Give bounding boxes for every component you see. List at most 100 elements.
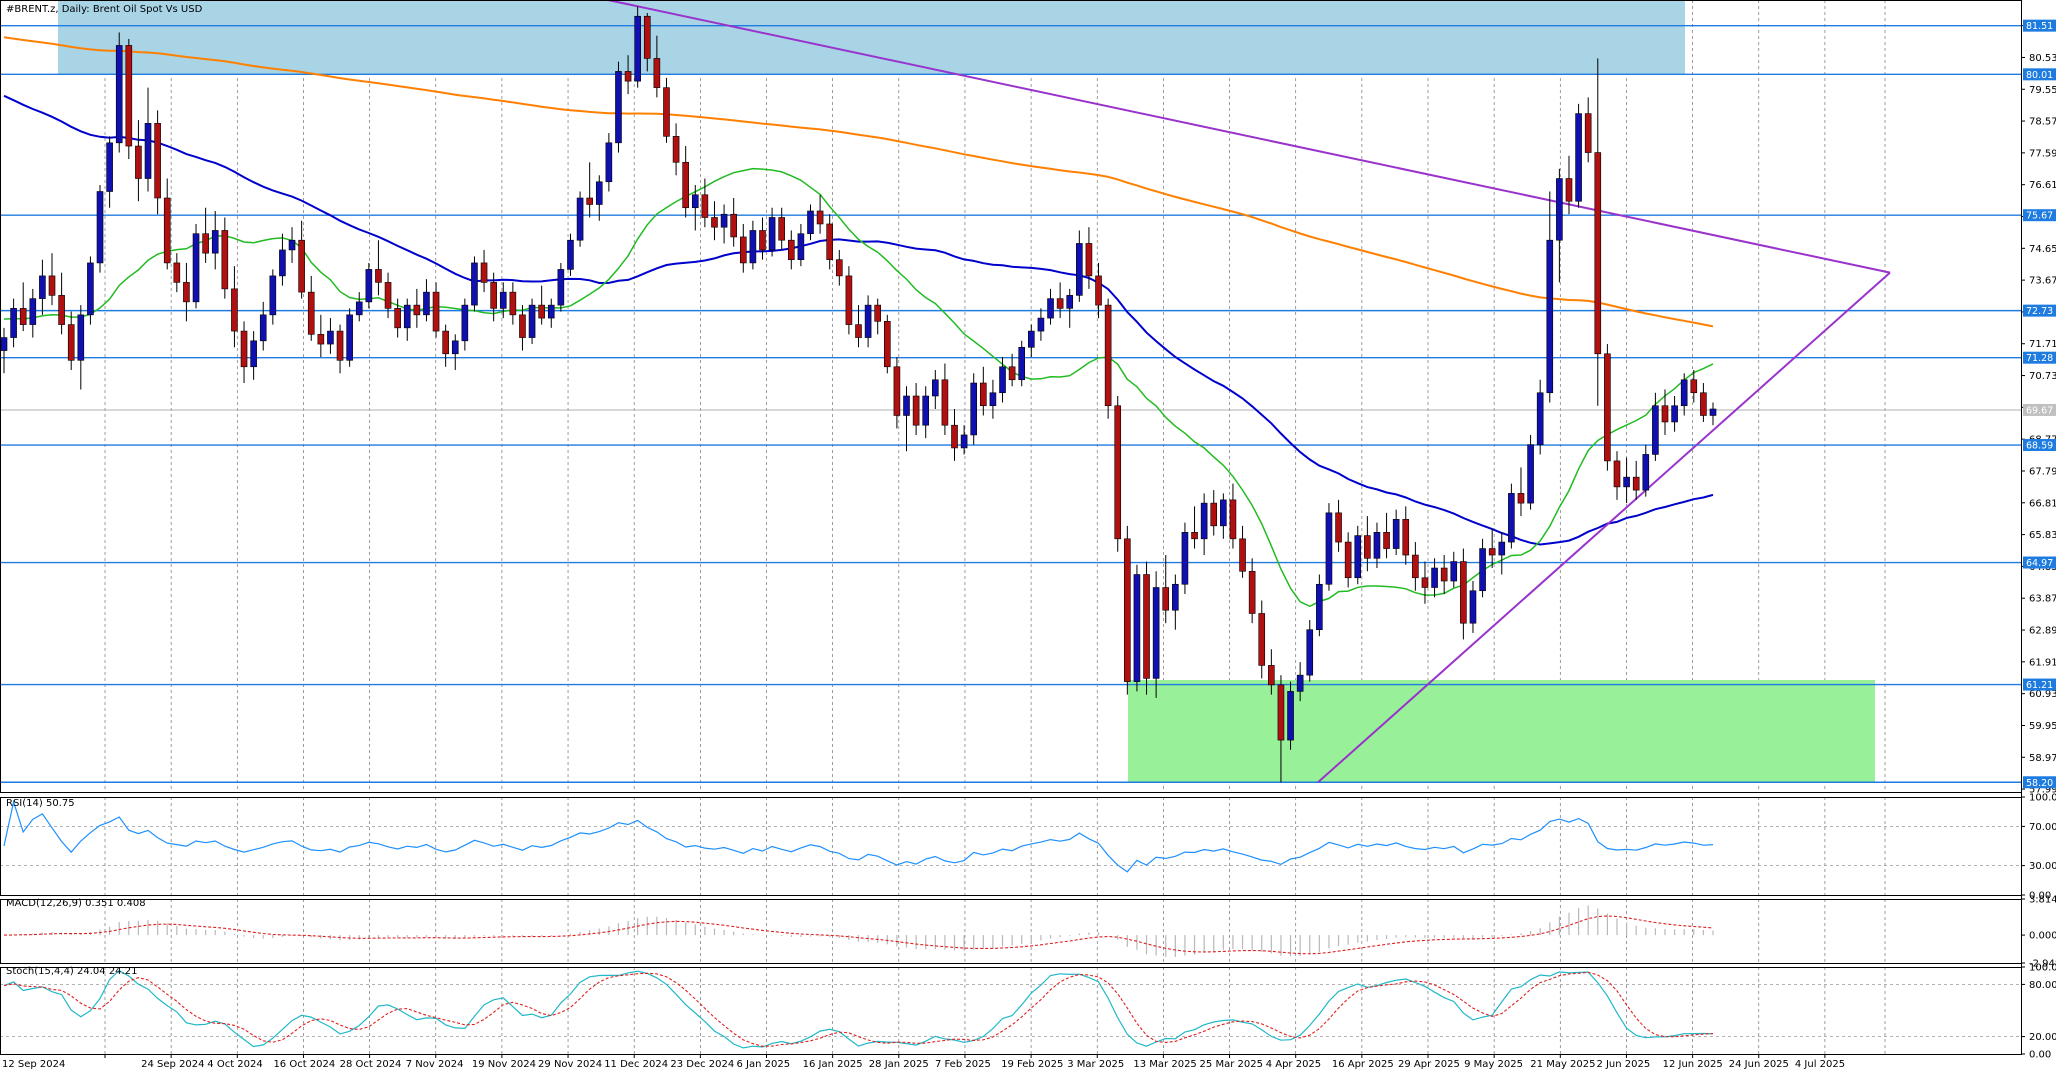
- candle[interactable]: [1152, 571, 1160, 698]
- candle[interactable]: [980, 366, 987, 416]
- candle[interactable]: [39, 259, 46, 315]
- candle[interactable]: [797, 223, 805, 267]
- price-panel[interactable]: 81.5180.5379.5578.5777.5976.6175.6374.65…: [0, 0, 2056, 796]
- candle[interactable]: [1191, 506, 1198, 549]
- candle[interactable]: [922, 386, 930, 439]
- candle[interactable]: [1076, 230, 1083, 302]
- candle[interactable]: [778, 207, 785, 250]
- candle[interactable]: [586, 162, 593, 218]
- candle[interactable]: [1642, 444, 1650, 497]
- candle[interactable]: [1661, 389, 1669, 435]
- candle[interactable]: [1680, 373, 1688, 416]
- candle[interactable]: [951, 408, 958, 461]
- candle[interactable]: [826, 214, 833, 270]
- candle[interactable]: [1047, 288, 1054, 325]
- candle[interactable]: [442, 324, 449, 367]
- candle[interactable]: [58, 272, 65, 335]
- candle[interactable]: [375, 240, 382, 296]
- candle[interactable]: [1556, 168, 1563, 283]
- candle[interactable]: [1517, 467, 1525, 517]
- candle[interactable]: [67, 311, 75, 371]
- candle[interactable]: [1584, 97, 1592, 163]
- candle[interactable]: [163, 178, 171, 270]
- candle[interactable]: [1421, 561, 1429, 604]
- candle[interactable]: [787, 230, 795, 270]
- candle[interactable]: [1258, 600, 1266, 679]
- candle[interactable]: [1508, 483, 1515, 549]
- candle[interactable]: [1354, 525, 1362, 585]
- candle[interactable]: [941, 363, 949, 435]
- candle[interactable]: [1709, 402, 1717, 426]
- candle[interactable]: [682, 146, 689, 218]
- candle[interactable]: [346, 308, 353, 367]
- candle[interactable]: [77, 305, 85, 390]
- candle[interactable]: [1220, 493, 1227, 539]
- candle[interactable]: [903, 386, 910, 452]
- candle[interactable]: [432, 282, 440, 338]
- candle[interactable]: [48, 253, 56, 306]
- candle[interactable]: [1037, 308, 1045, 341]
- candle[interactable]: [279, 233, 286, 286]
- candle[interactable]: [845, 266, 853, 335]
- candle[interactable]: [528, 298, 536, 345]
- macd-panel[interactable]: 3.8140.000-2.948: [3, 895, 2056, 970]
- candle[interactable]: [202, 207, 209, 263]
- candle[interactable]: [1229, 483, 1237, 549]
- candle[interactable]: [1373, 522, 1381, 569]
- candle[interactable]: [355, 292, 363, 322]
- candle[interactable]: [557, 262, 565, 312]
- candle[interactable]: [1200, 493, 1208, 556]
- candle[interactable]: [1124, 525, 1131, 695]
- candle[interactable]: [1392, 509, 1400, 556]
- candle[interactable]: [720, 204, 728, 244]
- candle[interactable]: [1440, 555, 1448, 594]
- candle[interactable]: [144, 87, 152, 192]
- candle[interactable]: [288, 227, 296, 263]
- candle[interactable]: [884, 314, 891, 374]
- candle[interactable]: [307, 275, 315, 341]
- candle[interactable]: [970, 373, 978, 445]
- candle[interactable]: [115, 32, 123, 153]
- candle[interactable]: [874, 298, 882, 335]
- candle[interactable]: [451, 334, 459, 371]
- candle[interactable]: [711, 201, 718, 241]
- candle[interactable]: [864, 295, 872, 348]
- candle[interactable]: [1479, 538, 1486, 598]
- candle[interactable]: [1623, 457, 1630, 504]
- candle[interactable]: [547, 298, 555, 328]
- candle[interactable]: [739, 223, 747, 273]
- candle[interactable]: [135, 120, 142, 202]
- candle[interactable]: [1056, 282, 1064, 319]
- candle[interactable]: [1527, 434, 1534, 510]
- candle[interactable]: [595, 175, 603, 221]
- candle[interactable]: [1325, 503, 1333, 591]
- candle[interactable]: [1671, 396, 1678, 432]
- candle[interactable]: [87, 256, 94, 325]
- candle[interactable]: [1632, 460, 1640, 500]
- candle[interactable]: [1172, 574, 1179, 630]
- candle[interactable]: [538, 285, 545, 325]
- stoch-panel[interactable]: 100.00 80.00 20.00 0.00: [0, 963, 2056, 1061]
- candle[interactable]: [691, 185, 699, 231]
- candle[interactable]: [672, 123, 680, 176]
- candle[interactable]: [989, 379, 997, 419]
- candle[interactable]: [1066, 288, 1074, 328]
- candle[interactable]: [912, 383, 920, 435]
- candle[interactable]: [1210, 490, 1218, 536]
- candle[interactable]: [1335, 499, 1342, 552]
- candle[interactable]: [403, 298, 411, 341]
- candle[interactable]: [1114, 396, 1122, 552]
- candle[interactable]: [250, 331, 257, 380]
- candle[interactable]: [106, 136, 113, 208]
- candle[interactable]: [509, 282, 517, 325]
- candle[interactable]: [807, 204, 814, 241]
- candle[interactable]: [173, 253, 181, 293]
- candle[interactable]: [1613, 451, 1621, 500]
- candle[interactable]: [336, 324, 344, 374]
- candle[interactable]: [1469, 581, 1477, 633]
- candle[interactable]: [1344, 532, 1352, 588]
- candle[interactable]: [327, 318, 334, 354]
- trading-chart[interactable]: 81.5180.5379.5578.5777.5976.6175.6374.65…: [0, 0, 2056, 1073]
- candle[interactable]: [605, 133, 613, 192]
- candle[interactable]: [423, 279, 430, 322]
